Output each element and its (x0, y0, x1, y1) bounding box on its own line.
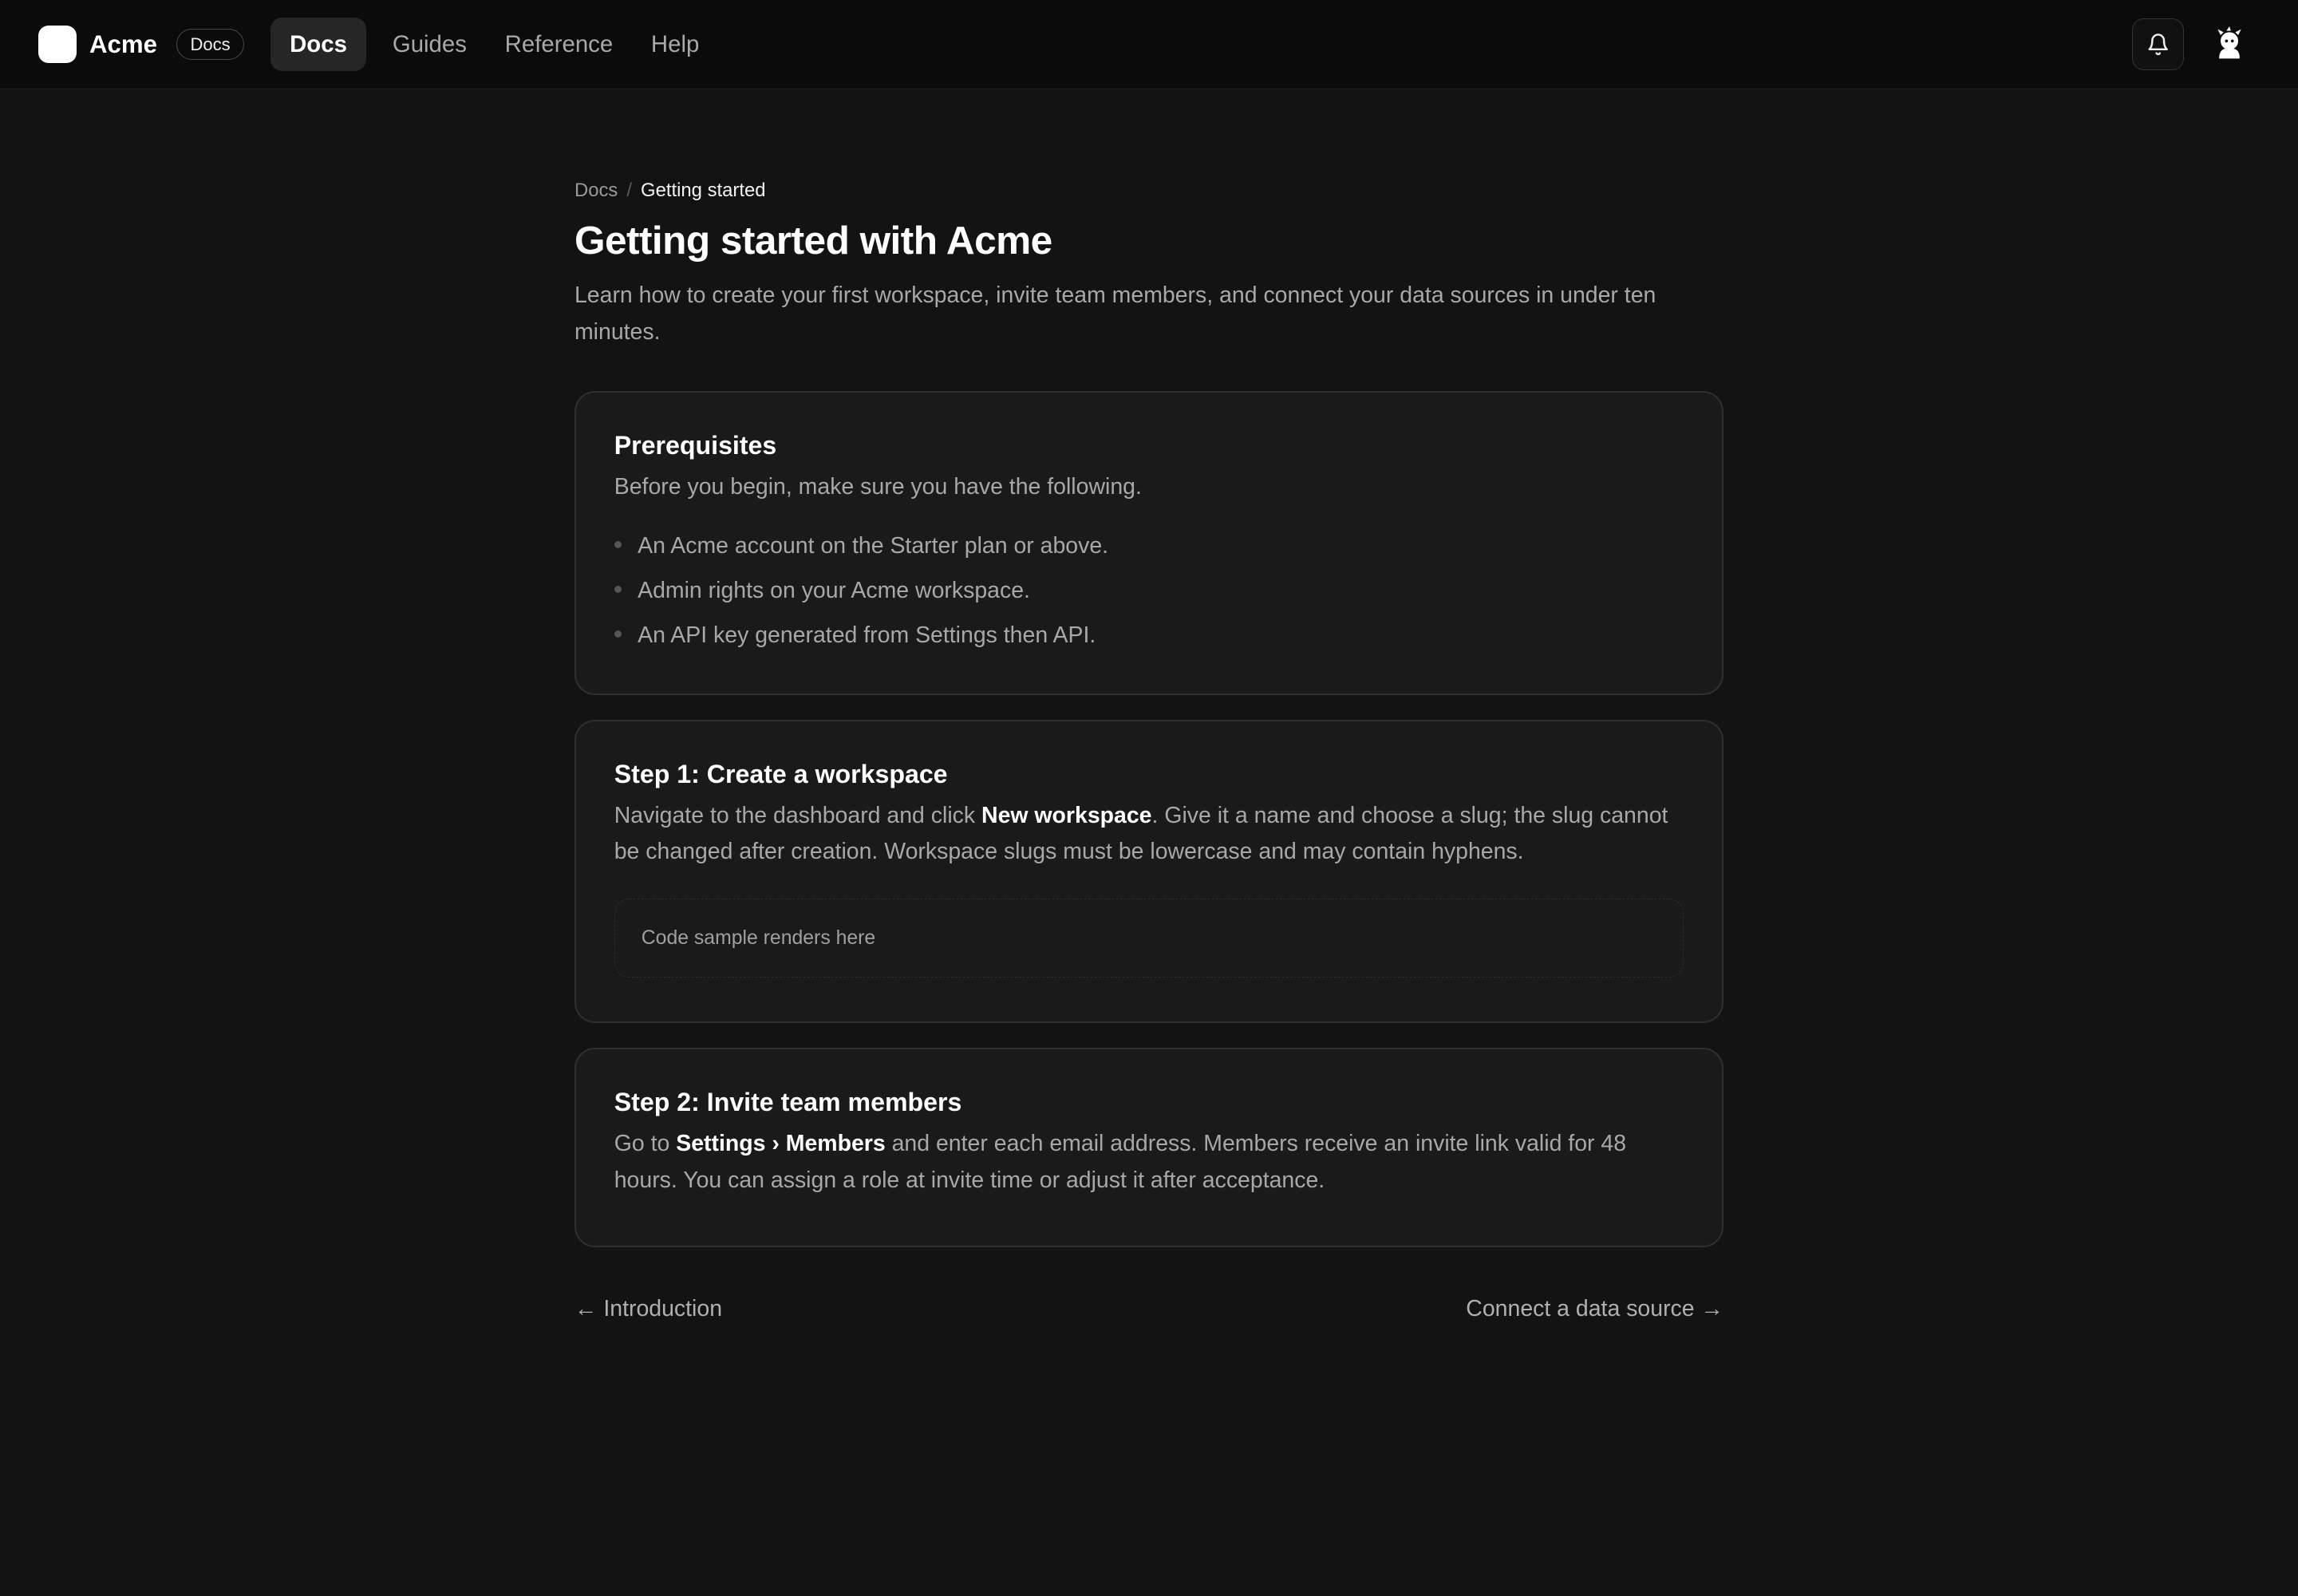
tab-guides[interactable]: Guides (381, 19, 478, 69)
list-item: Admin rights on your Acme workspace. (614, 568, 1684, 613)
code-sample-placeholder: Code sample renders here (614, 899, 1684, 978)
step1-text-strong: New workspace (981, 802, 1152, 828)
header-tools (2132, 18, 2260, 70)
prerequisites-card: Prerequisites Before you begin, make sur… (574, 391, 1724, 695)
list-item: An Acme account on the Starter plan or a… (614, 523, 1684, 568)
breadcrumb-separator: / (626, 179, 632, 201)
avatar-icon (2217, 26, 2241, 59)
brand-name[interactable]: Acme (89, 30, 157, 59)
tab-help[interactable]: Help (639, 19, 711, 69)
user-avatar[interactable] (2210, 26, 2249, 64)
page-lead: Learn how to create your first workspace… (574, 282, 1656, 346)
step2-title: Step 2: Invite team members (614, 1087, 962, 1116)
list-item: An API key generated from Settings then … (614, 613, 1684, 658)
top-navigation: Acme Docs Docs Guides Reference Help (0, 0, 2298, 90)
acme-logo-icon[interactable] (38, 25, 77, 64)
notifications-button[interactable] (2132, 18, 2184, 70)
doc-content: Docs / Getting started Getting started w… (574, 173, 1724, 1321)
nav-tabs: Docs Guides Reference Help (270, 18, 711, 72)
pager: ← Introduction Connect a data source → (574, 1296, 1724, 1322)
prerequisites-intro: Before you begin, make sure you have the… (614, 474, 1142, 500)
breadcrumb: Docs / Getting started (574, 173, 1724, 208)
step2-text: Go to Settings › Members and enter each … (614, 1126, 1684, 1199)
step2-text-before: Go to (614, 1130, 677, 1156)
prerequisites-list: An Acme account on the Starter plan or a… (614, 523, 1684, 658)
step1-title: Step 1: Create a workspace (614, 759, 948, 788)
step1-text: Navigate to the dashboard and click New … (614, 798, 1684, 871)
tab-docs[interactable]: Docs (270, 18, 366, 72)
step1-text-before: Navigate to the dashboard and click (614, 802, 982, 828)
prerequisites-title: Prerequisites (614, 431, 777, 460)
next-page-link[interactable]: Connect a data source → (1466, 1296, 1724, 1322)
breadcrumb-current: Getting started (641, 179, 766, 201)
step2-card: Step 2: Invite team members Go to Settin… (574, 1048, 1724, 1247)
tab-reference[interactable]: Reference (493, 19, 625, 69)
step2-text-strong: Settings › Members (676, 1130, 886, 1156)
page-title: Getting started with Acme (574, 217, 1052, 263)
step1-card: Step 1: Create a workspace Navigate to t… (574, 719, 1724, 1023)
docs-badge: Docs (176, 29, 245, 60)
bell-icon (2148, 34, 2168, 55)
breadcrumb-docs[interactable]: Docs (574, 180, 618, 202)
previous-page-link[interactable]: ← Introduction (574, 1296, 722, 1322)
